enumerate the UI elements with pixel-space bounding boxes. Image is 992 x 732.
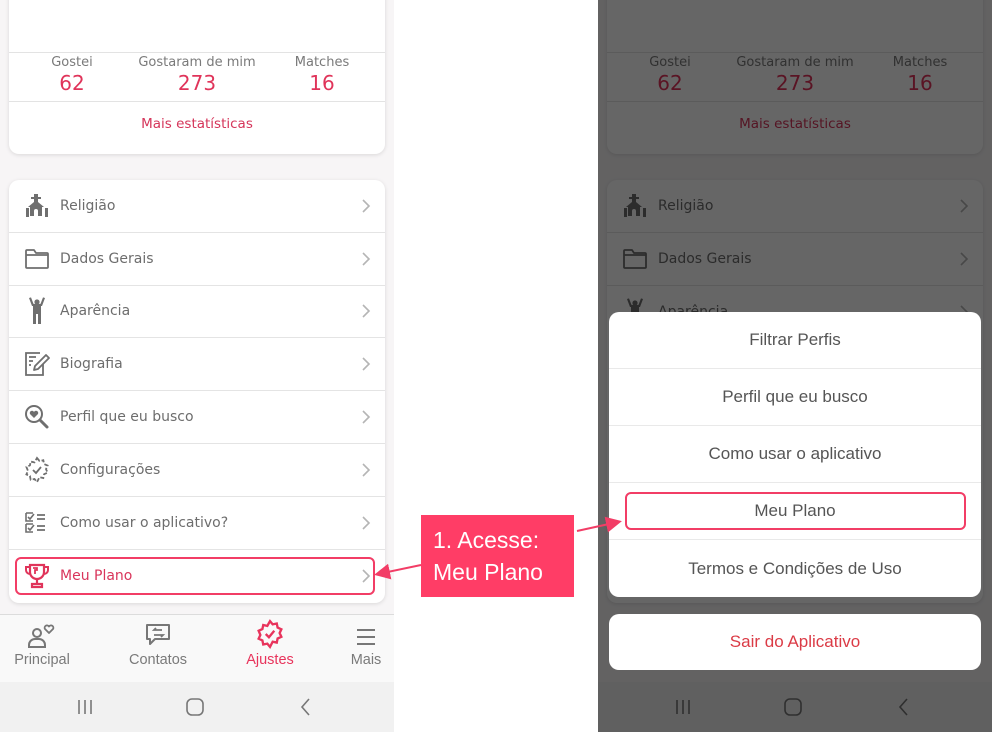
callout-line-2: Meu Plano bbox=[433, 559, 543, 585]
chevron-right-icon bbox=[362, 516, 371, 530]
recent-apps-icon[interactable] bbox=[73, 696, 97, 718]
stat-value: 273 bbox=[177, 71, 217, 95]
menu-item-label: Biografia bbox=[60, 356, 123, 373]
chevron-right-icon bbox=[362, 357, 371, 371]
tab-label: Contatos bbox=[128, 652, 188, 668]
user-heart-icon bbox=[4, 615, 80, 649]
menu-item-how-to-use[interactable]: Como usar o aplicativo? bbox=[9, 497, 385, 550]
chevron-right-icon bbox=[362, 410, 371, 424]
stats-row: Gostei 62 Gostaram de mim 273 Matches 16 bbox=[9, 52, 385, 102]
menu-item-label: Religião bbox=[60, 197, 116, 214]
edit-document-icon bbox=[23, 350, 51, 378]
chevron-right-icon bbox=[362, 569, 371, 583]
menu-item-settings[interactable]: Configurações bbox=[9, 444, 385, 497]
sheet-item-terms[interactable]: Termos e Condições de Uso bbox=[609, 540, 981, 597]
tab-principal[interactable]: Principal bbox=[4, 615, 80, 683]
chat-exchange-icon bbox=[116, 615, 200, 649]
tab-contatos[interactable]: Contatos bbox=[116, 615, 200, 683]
person-icon bbox=[23, 297, 51, 325]
menu-item-religion[interactable]: Religião bbox=[9, 180, 385, 233]
tab-label: Principal bbox=[14, 652, 70, 668]
menu-item-label: Perfil que eu busco bbox=[60, 409, 194, 426]
tab-label: Mais bbox=[350, 652, 382, 668]
gear-check-icon bbox=[23, 456, 51, 484]
menu-item-label: Dados Gerais bbox=[60, 250, 154, 267]
home-icon[interactable] bbox=[183, 696, 207, 718]
highlight-box bbox=[625, 492, 966, 530]
instruction-callout: 1. Acesse: Meu Plano bbox=[421, 515, 574, 597]
tab-label: Ajustes bbox=[246, 652, 294, 668]
exit-app-button[interactable]: Sair do Aplicativo bbox=[609, 614, 981, 670]
gear-check-icon bbox=[232, 615, 308, 649]
menu-item-appearance[interactable]: Aparência bbox=[9, 286, 385, 339]
stat-value: 62 bbox=[59, 71, 85, 95]
menu-item-biography[interactable]: Biografia bbox=[9, 338, 385, 392]
bottom-tab-bar: Principal Contatos Ajustes Mais bbox=[0, 614, 394, 682]
checklist-icon bbox=[23, 509, 51, 537]
menu-item-my-plan[interactable]: Meu Plano bbox=[9, 550, 385, 603]
stat-label: Matches bbox=[294, 55, 350, 70]
stat-liked[interactable]: Gostei 62 bbox=[31, 53, 113, 95]
sheet-item-how-to-use[interactable]: Como usar o aplicativo bbox=[609, 426, 981, 483]
menu-icon bbox=[340, 615, 392, 649]
chevron-right-icon bbox=[362, 252, 371, 266]
tutorial-stage: Gostei 62 Gostaram de mim 273 Matches 16… bbox=[0, 0, 992, 732]
more-action-sheet: Filtrar Perfis Perfil que eu busco Como … bbox=[609, 312, 981, 597]
sheet-item-my-plan[interactable]: Meu Plano bbox=[609, 483, 981, 540]
phone-screen-more-menu: Gostei 62 Gostaram de mim 273 Matches 16… bbox=[598, 0, 992, 732]
back-icon[interactable] bbox=[294, 696, 318, 718]
stat-label: Gostaram de mim bbox=[138, 55, 256, 70]
callout-line-1: 1. Acesse: bbox=[433, 527, 540, 553]
church-icon bbox=[23, 192, 51, 220]
tab-mais[interactable]: Mais bbox=[340, 615, 392, 683]
stat-liked-me[interactable]: Gostaram de mim 273 bbox=[127, 53, 267, 95]
chevron-right-icon bbox=[362, 304, 371, 319]
menu-item-search-profile[interactable]: Perfil que eu busco bbox=[9, 391, 385, 444]
chevron-right-icon bbox=[362, 199, 371, 213]
menu-item-label: Meu Plano bbox=[60, 567, 133, 584]
chevron-right-icon bbox=[362, 463, 371, 477]
stat-value: 16 bbox=[309, 71, 335, 95]
heart-search-icon bbox=[23, 403, 51, 431]
stat-matches[interactable]: Matches 16 bbox=[279, 53, 365, 95]
tab-ajustes[interactable]: Ajustes bbox=[232, 615, 308, 683]
system-nav-bar bbox=[0, 682, 394, 732]
sheet-item-search-profile[interactable]: Perfil que eu busco bbox=[609, 369, 981, 426]
menu-item-general-data[interactable]: Dados Gerais bbox=[9, 233, 385, 286]
phone-screen-settings: Gostei 62 Gostaram de mim 273 Matches 16… bbox=[0, 0, 394, 732]
stat-label: Gostei bbox=[51, 55, 93, 70]
menu-item-label: Configurações bbox=[60, 461, 161, 478]
menu-item-label: Como usar o aplicativo? bbox=[60, 514, 229, 531]
sheet-item-filter-profiles[interactable]: Filtrar Perfis bbox=[609, 312, 981, 369]
folder-icon bbox=[23, 245, 51, 273]
settings-menu: Religião Dados Gerais Aparência bbox=[9, 180, 385, 603]
menu-item-label: Aparência bbox=[60, 303, 131, 320]
more-stats-link[interactable]: Mais estatísticas bbox=[9, 116, 385, 132]
trophy-icon bbox=[23, 562, 51, 590]
stats-card: Gostei 62 Gostaram de mim 273 Matches 16… bbox=[9, 0, 385, 154]
